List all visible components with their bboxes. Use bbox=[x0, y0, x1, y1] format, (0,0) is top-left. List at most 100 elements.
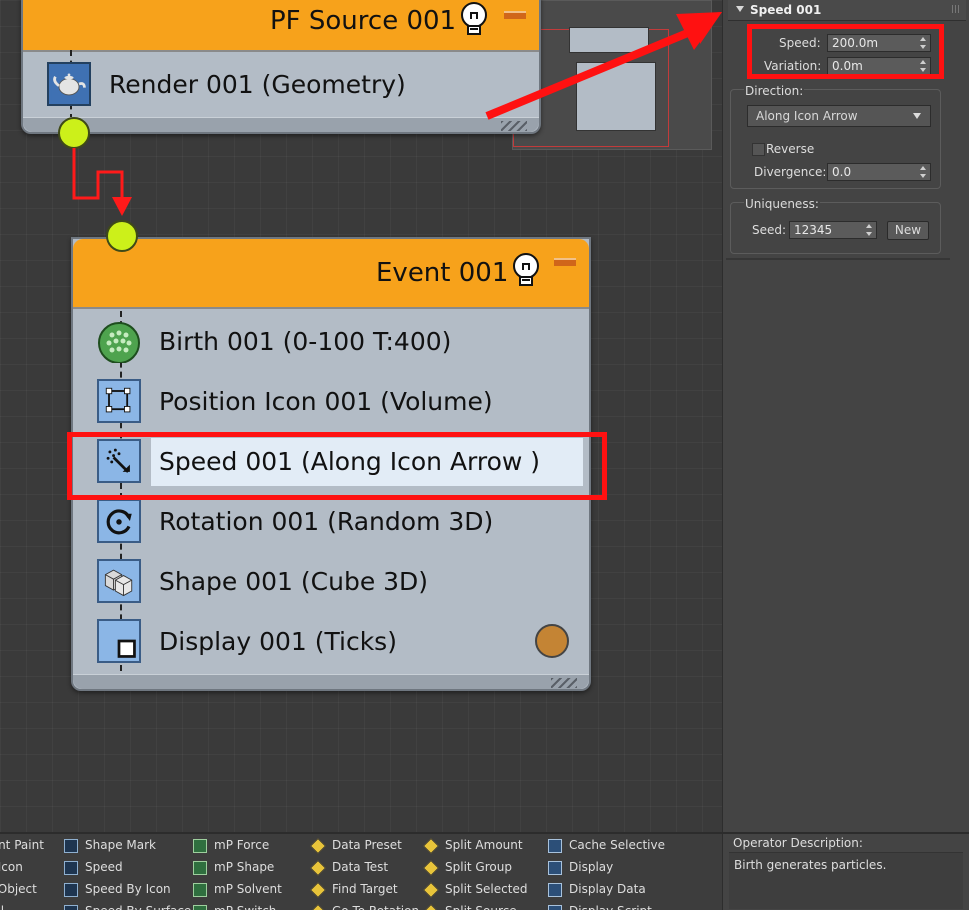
resize-grip-icon[interactable] bbox=[551, 678, 577, 688]
event-input-socket[interactable] bbox=[106, 220, 138, 252]
operator-label: Rotation 001 (Random 3D) bbox=[159, 507, 494, 536]
operator-row-display[interactable]: Display 001 (Ticks) bbox=[97, 615, 577, 671]
uniqueness-label: Uniqueness: bbox=[744, 197, 820, 211]
data-test-icon bbox=[310, 882, 326, 898]
speed-op-icon bbox=[64, 861, 78, 875]
navigator-preview[interactable] bbox=[512, 0, 712, 150]
parameters-panel: Speed 001 Speed: 200.0m Variation: 0.0m … bbox=[722, 0, 969, 832]
teapot-icon bbox=[47, 62, 91, 106]
display-icon bbox=[97, 619, 141, 663]
depot-item-label: ment Paint bbox=[0, 838, 44, 852]
event-title: Event 001 bbox=[376, 258, 509, 288]
operator-description-text: Birth generates particles. bbox=[734, 858, 887, 872]
reverse-checkbox[interactable] bbox=[752, 143, 765, 156]
mparticles-icon bbox=[193, 861, 207, 875]
depot-item-label: Split Group bbox=[445, 860, 512, 874]
panel-separator bbox=[726, 258, 950, 260]
operator-depot: ment Paint on Icon on Object Wall Shape Mark… bbox=[0, 832, 722, 910]
depot-item-label: Display bbox=[569, 860, 614, 874]
depot-item-label: Display Data bbox=[569, 882, 646, 896]
depot-item-label: Wall bbox=[0, 904, 4, 910]
annotation-highlight-box bbox=[67, 432, 607, 500]
seed-spinner[interactable]: 12345 bbox=[789, 221, 877, 239]
operator-row-birth[interactable]: Birth 001 (0-100 T:400) bbox=[97, 315, 567, 371]
collapse-icon[interactable] bbox=[554, 258, 576, 266]
rollout-grip-icon bbox=[952, 5, 960, 13]
lightbulb-icon[interactable] bbox=[511, 253, 541, 287]
speed-op-icon bbox=[64, 839, 78, 853]
depot-item-label: Go To Rotation bbox=[332, 904, 419, 910]
preview-event bbox=[576, 62, 656, 131]
new-seed-button[interactable]: New bbox=[887, 221, 929, 240]
depot-item-label: on Object bbox=[0, 882, 37, 896]
operator-label: Render 001 (Geometry) bbox=[109, 70, 406, 99]
operator-description-box: Birth generates particles. bbox=[729, 852, 963, 909]
depot-item-label: mP Solvent bbox=[214, 882, 282, 896]
operator-row-shape[interactable]: Shape 001 (Cube 3D) bbox=[97, 555, 567, 611]
pf-source-node[interactable]: PF Source 001 Render 001 (Geometry) bbox=[21, 0, 541, 134]
divergence-value: 0.0 bbox=[832, 165, 852, 179]
rollout-expand-icon[interactable] bbox=[736, 6, 744, 12]
data-test-icon bbox=[310, 904, 326, 910]
operator-label: Birth 001 (0-100 T:400) bbox=[159, 327, 452, 356]
direction-label: Direction: bbox=[744, 84, 805, 98]
resize-grip-icon[interactable] bbox=[501, 121, 527, 131]
depot-item-label: Speed bbox=[85, 860, 123, 874]
display-op-icon bbox=[548, 883, 562, 897]
depot-item-label: Find Target bbox=[332, 882, 398, 896]
depot-item-label: Data Test bbox=[332, 860, 389, 874]
reverse-label: Reverse bbox=[766, 142, 815, 156]
operator-description-label: Operator Description: bbox=[733, 836, 863, 850]
pf-source-title: PF Source 001 bbox=[270, 6, 457, 36]
divergence-spinner[interactable]: 0.0 bbox=[827, 163, 931, 181]
depot-item-label: Split Amount bbox=[445, 838, 523, 852]
pf-source-output-socket[interactable] bbox=[58, 117, 90, 149]
depot-item-label: mP Switch bbox=[214, 904, 276, 910]
speed-rollout-header[interactable]: Speed 001 bbox=[728, 0, 966, 21]
split-test-icon bbox=[423, 882, 439, 898]
spinner-arrows-icon[interactable] bbox=[920, 166, 927, 178]
rotation-icon bbox=[97, 499, 141, 543]
particle-view-canvas[interactable]: PF Source 001 Render 001 (Geometry) Even… bbox=[0, 0, 722, 832]
operator-row[interactable]: Render 001 (Geometry) bbox=[47, 58, 517, 114]
annotation-highlight-box bbox=[747, 24, 944, 79]
event-header[interactable]: Event 001 bbox=[73, 239, 589, 309]
depot-item-label: Cache Selective bbox=[569, 838, 665, 852]
depot-item-label: mP Shape bbox=[214, 860, 275, 874]
seed-value: 12345 bbox=[794, 223, 833, 237]
operator-label: Position Icon 001 (Volume) bbox=[159, 387, 493, 416]
rollout-title: Speed 001 bbox=[750, 3, 822, 17]
chevron-down-icon bbox=[913, 113, 921, 119]
pf-source-header[interactable]: PF Source 001 bbox=[23, 0, 539, 52]
operator-description-panel: Operator Description: Birth generates pa… bbox=[722, 832, 969, 910]
mparticles-icon bbox=[193, 883, 207, 897]
depot-item-label: Split Selected bbox=[445, 882, 528, 896]
operator-row-rotation[interactable]: Rotation 001 (Random 3D) bbox=[97, 495, 567, 551]
direction-value: Along Icon Arrow bbox=[756, 109, 858, 123]
operator-row-position-icon[interactable]: Position Icon 001 (Volume) bbox=[97, 375, 567, 431]
depot-item-label: Display Script bbox=[569, 904, 652, 910]
preview-pf-source bbox=[569, 27, 649, 53]
collapse-icon[interactable] bbox=[504, 11, 526, 19]
split-test-icon bbox=[423, 904, 439, 910]
operator-label: Shape 001 (Cube 3D) bbox=[159, 567, 429, 596]
depot-item-label: mP Force bbox=[214, 838, 270, 852]
split-test-icon bbox=[423, 838, 439, 854]
spinner-arrows-icon[interactable] bbox=[866, 224, 873, 236]
node-footer bbox=[23, 117, 539, 132]
divergence-label: Divergence: bbox=[754, 165, 827, 179]
depot-item-label: Speed By Icon bbox=[85, 882, 171, 896]
speed-op-icon bbox=[64, 883, 78, 897]
lightbulb-icon[interactable] bbox=[459, 2, 489, 36]
depot-item-label: Data Preset bbox=[332, 838, 402, 852]
operator-label: Display 001 (Ticks) bbox=[159, 627, 397, 656]
display-color-swatch[interactable] bbox=[535, 624, 569, 658]
direction-dropdown[interactable]: Along Icon Arrow bbox=[747, 105, 931, 127]
data-test-icon bbox=[310, 838, 326, 854]
depot-item-label: Shape Mark bbox=[85, 838, 156, 852]
shape-icon bbox=[97, 559, 141, 603]
depot-item-label: on Icon bbox=[0, 860, 23, 874]
split-test-icon bbox=[423, 860, 439, 876]
position-icon bbox=[97, 379, 141, 423]
display-op-icon bbox=[548, 839, 562, 853]
